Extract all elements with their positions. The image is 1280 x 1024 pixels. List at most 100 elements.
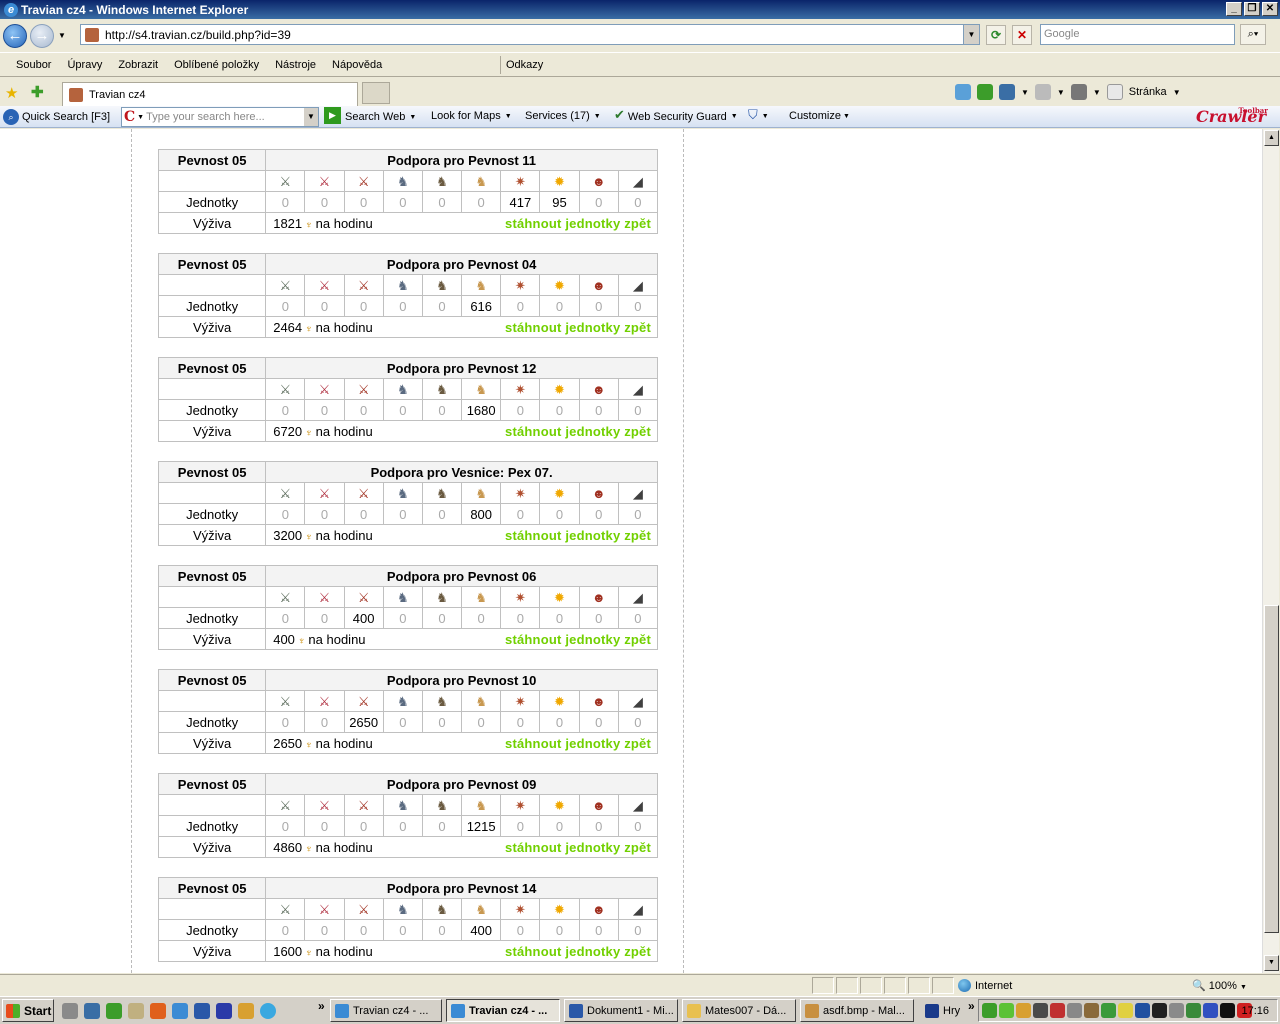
feeds-icon[interactable]	[1034, 84, 1051, 100]
tray-black-icon[interactable]	[1152, 1003, 1167, 1018]
withdraw-troops-link[interactable]: stáhnout jednotky zpět	[505, 528, 657, 543]
tray-tool-icon[interactable]	[1067, 1003, 1082, 1018]
search-web-button[interactable]: ▶ Search Web ▼	[324, 107, 416, 124]
tray-msn-icon[interactable]	[1016, 1003, 1031, 1018]
services-button[interactable]: Services (17) ▼	[525, 110, 601, 122]
tray-clover-icon[interactable]	[982, 1003, 997, 1018]
menu-zobrazit[interactable]: Zobrazit	[110, 59, 166, 71]
zoom-control[interactable]: 🔍 100% ▼	[1192, 979, 1247, 992]
restore-button[interactable]: ❐	[1244, 2, 1260, 16]
withdraw-troops-link[interactable]: stáhnout jednotky zpět	[505, 216, 657, 231]
quicklaunch-ie-icon[interactable]	[172, 1003, 188, 1019]
taskbar-button-folder[interactable]: Mates007 - Dá...	[682, 999, 796, 1022]
source-village-link[interactable]: Pevnost 05	[157, 877, 267, 899]
quicklaunch-more-icon[interactable]: »	[318, 999, 325, 1013]
scroll-down-icon[interactable]: ▼	[1264, 955, 1279, 971]
minimize-button[interactable]: _	[1226, 2, 1242, 16]
crawler-search-input[interactable]: C ▼ Type your search here... ▼	[121, 107, 319, 127]
source-village-link[interactable]: Pevnost 05	[157, 565, 267, 587]
taskbar-button-word[interactable]: Dokument1 - Mi...	[564, 999, 678, 1022]
home-dropdown-icon[interactable]: ▼	[1021, 88, 1029, 97]
page-menu[interactable]: Stránka	[1129, 86, 1167, 98]
tray-blue-icon[interactable]	[1135, 1003, 1150, 1018]
refresh-button[interactable]: ⟳	[986, 25, 1006, 45]
taskbar-more-icon[interactable]: »	[968, 999, 975, 1013]
support-title-link[interactable]: Podpora pro Vesnice: Pex 07.	[265, 461, 658, 483]
tray-green-icon[interactable]	[1101, 1003, 1116, 1018]
security-zone[interactable]: Internet	[958, 979, 1012, 992]
taskbar-button-travian-2[interactable]: Travian cz4 - ...	[446, 999, 560, 1022]
start-button[interactable]: Start	[2, 999, 54, 1022]
crawler-logo[interactable]: Crawler Toolbar	[1196, 106, 1268, 126]
shield-menu-button[interactable]: ⛉ ▼	[748, 107, 769, 123]
print-icon[interactable]	[1070, 84, 1087, 100]
search-button[interactable]: ⌕▾	[1240, 24, 1266, 45]
links-toolbar[interactable]: Odkazy	[506, 59, 543, 71]
quicklaunch-media-icon[interactable]	[194, 1003, 210, 1019]
tray-dark-icon[interactable]	[1220, 1003, 1235, 1018]
close-button[interactable]: ✕	[1262, 2, 1278, 16]
withdraw-troops-link[interactable]: stáhnout jednotky zpět	[505, 632, 657, 647]
favorites-star-icon[interactable]: ★	[5, 84, 18, 102]
quicklaunch-skype-icon[interactable]	[260, 1003, 276, 1019]
tray-speaker-icon[interactable]	[1169, 1003, 1184, 1018]
forward-button[interactable]: →	[30, 23, 54, 48]
add-favorite-icon[interactable]: ✚	[31, 83, 44, 101]
tray-shield-icon[interactable]	[999, 1003, 1014, 1018]
taskbar-button-paint[interactable]: asdf.bmp - Mal...	[800, 999, 914, 1022]
support-title-link[interactable]: Podpora pro Pevnost 04	[265, 253, 658, 275]
page-icon[interactable]	[1106, 84, 1123, 100]
support-title-link[interactable]: Podpora pro Pevnost 12	[265, 357, 658, 379]
source-village-link[interactable]: Pevnost 05	[157, 669, 267, 691]
menu-nastroje[interactable]: Nástroje	[267, 59, 324, 71]
quicklaunch-app-icon[interactable]	[62, 1003, 78, 1019]
taskbar-button-hry[interactable]: Hry	[920, 999, 966, 1022]
tray-yellow-icon[interactable]	[1118, 1003, 1133, 1018]
menu-napoveda[interactable]: Nápověda	[324, 59, 390, 71]
tray-antivirus-icon[interactable]	[1050, 1003, 1065, 1018]
scroll-thumb[interactable]	[1264, 605, 1279, 933]
source-village-link[interactable]: Pevnost 05	[157, 461, 267, 483]
quicklaunch-msn-icon[interactable]	[128, 1003, 144, 1019]
withdraw-troops-link[interactable]: stáhnout jednotky zpět	[505, 944, 657, 959]
source-village-link[interactable]: Pevnost 05	[157, 357, 267, 379]
page-dropdown-icon[interactable]: ▼	[1173, 88, 1181, 97]
feeds-dropdown-icon[interactable]: ▼	[1057, 88, 1065, 97]
withdraw-troops-link[interactable]: stáhnout jednotky zpět	[505, 424, 657, 439]
look-for-maps-button[interactable]: Look for Maps ▼	[431, 110, 512, 122]
skype-icon[interactable]	[955, 84, 971, 100]
web-security-guard-button[interactable]: ✔ Web Security Guard ▼	[614, 107, 738, 123]
taskbar-button-travian-1[interactable]: Travian cz4 - ...	[330, 999, 442, 1022]
tray-blue2-icon[interactable]	[1203, 1003, 1218, 1018]
tray-nvidia-icon[interactable]	[1186, 1003, 1201, 1018]
withdraw-troops-link[interactable]: stáhnout jednotky zpět	[505, 840, 657, 855]
address-url[interactable]: http://s4.travian.cz/build.php?id=39	[105, 28, 291, 42]
vertical-scrollbar[interactable]: ▲ ▼	[1262, 129, 1279, 973]
source-village-link[interactable]: Pevnost 05	[157, 773, 267, 795]
menu-oblibene[interactable]: Oblíbené položky	[166, 59, 267, 71]
support-title-link[interactable]: Podpora pro Pevnost 11	[265, 149, 658, 171]
support-title-link[interactable]: Podpora pro Pevnost 09	[265, 773, 658, 795]
home-icon[interactable]	[999, 84, 1015, 100]
withdraw-troops-link[interactable]: stáhnout jednotky zpět	[505, 320, 657, 335]
source-village-link[interactable]: Pevnost 05	[157, 149, 267, 171]
crawler-search-dropdown-icon[interactable]: ▼	[304, 108, 318, 126]
quicklaunch-save-icon[interactable]	[216, 1003, 232, 1019]
stop-button[interactable]: ✕	[1012, 25, 1032, 45]
tab-travian[interactable]: Travian cz4	[62, 82, 358, 106]
tray-network-icon[interactable]	[1033, 1003, 1048, 1018]
quicklaunch-firefox-icon[interactable]	[150, 1003, 166, 1019]
search-input[interactable]: Google	[1040, 24, 1235, 45]
menu-soubor[interactable]: Soubor	[8, 59, 59, 71]
withdraw-troops-link[interactable]: stáhnout jednotky zpět	[505, 736, 657, 751]
address-dropdown-icon[interactable]: ▼	[963, 25, 979, 44]
print-dropdown-icon[interactable]: ▼	[1093, 88, 1101, 97]
address-field[interactable]: http://s4.travian.cz/build.php?id=39 ▼	[80, 24, 980, 45]
menu-upravy[interactable]: Úpravy	[59, 59, 110, 71]
customize-button[interactable]: Customize ▼	[789, 110, 850, 122]
clover-icon[interactable]	[977, 84, 993, 100]
quick-search-button[interactable]: ⌕ Quick Search [F3]	[0, 108, 110, 125]
support-title-link[interactable]: Podpora pro Pevnost 06	[265, 565, 658, 587]
support-title-link[interactable]: Podpora pro Pevnost 14	[265, 877, 658, 899]
history-dropdown-icon[interactable]: ▼	[58, 31, 66, 40]
